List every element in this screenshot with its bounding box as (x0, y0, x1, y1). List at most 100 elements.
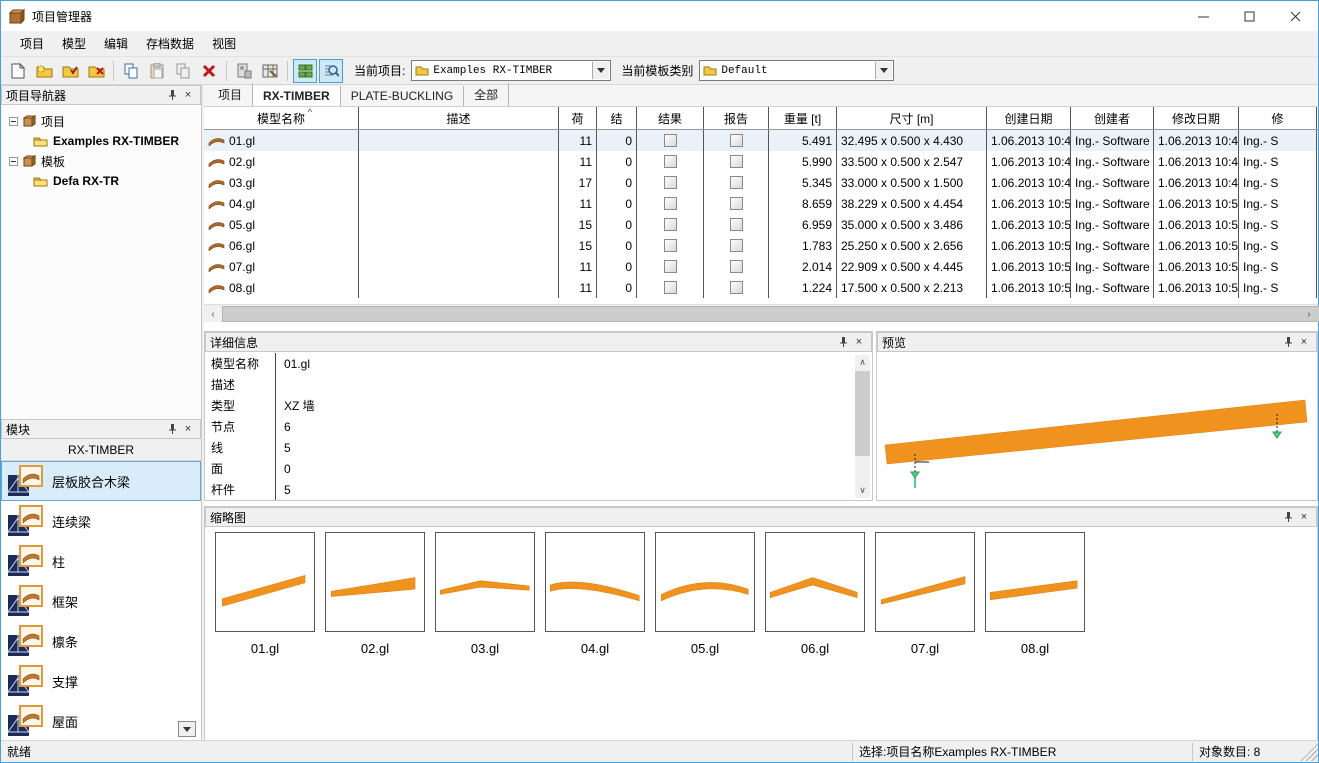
thumbnails-view-icon[interactable] (293, 59, 317, 83)
tab-RX-TIMBER[interactable]: RX-TIMBER (253, 86, 341, 106)
tab-全部[interactable]: 全部 (464, 83, 509, 106)
pin-icon[interactable] (1280, 510, 1296, 524)
tree-node-项目[interactable]: 项目 (3, 111, 199, 131)
menu-item-视图[interactable]: 视图 (203, 32, 245, 55)
results-checkbox[interactable] (664, 176, 677, 189)
table-row-04.gl[interactable]: 04.gl1108.65938.229 x 0.500 x 4.4541.06.… (204, 193, 1318, 214)
template-category-combobox[interactable]: Default (699, 60, 894, 81)
menu-item-存档数据[interactable]: 存档数据 (137, 32, 203, 55)
card-icon[interactable] (232, 59, 256, 83)
report-checkbox[interactable] (730, 176, 743, 189)
column-header-modified[interactable]: 修改日期 (1154, 107, 1239, 129)
scrollbar-thumb[interactable] (222, 306, 1319, 322)
thumbnail-image[interactable] (875, 532, 975, 632)
menu-item-模型[interactable]: 模型 (53, 32, 95, 55)
module-item-框架[interactable]: 框架 (1, 581, 201, 621)
thumbnail-05.gl[interactable]: 05.gl (650, 532, 760, 656)
table-row-02.gl[interactable]: 02.gl1105.99033.500 x 0.500 x 2.5471.06.… (204, 151, 1318, 172)
thumbnail-image[interactable] (545, 532, 645, 632)
results-checkbox[interactable] (664, 239, 677, 252)
menu-item-项目[interactable]: 项目 (11, 32, 53, 55)
close-icon[interactable]: × (1296, 510, 1312, 524)
details-view-icon[interactable] (319, 59, 343, 83)
tree-node-模板[interactable]: 模板 (3, 151, 199, 171)
modules-scroll-down-button[interactable] (178, 721, 196, 737)
results-checkbox[interactable] (664, 260, 677, 273)
module-item-柱[interactable]: 柱 (1, 541, 201, 581)
paste-icon[interactable] (145, 59, 169, 83)
close-icon[interactable]: × (180, 422, 196, 436)
thumbnail-03.gl[interactable]: 03.gl (430, 532, 540, 656)
thumbnail-image[interactable] (435, 532, 535, 632)
column-header-creator[interactable]: 创建者 (1071, 107, 1154, 129)
module-item-支撑[interactable]: 支撑 (1, 661, 201, 701)
results-checkbox[interactable] (664, 218, 677, 231)
thumbnail-image[interactable] (765, 532, 865, 632)
copy-icon[interactable] (119, 59, 143, 83)
column-header-dims[interactable]: 尺寸 [m] (837, 107, 987, 129)
close-icon[interactable]: × (180, 88, 196, 102)
thumbnail-image[interactable] (985, 532, 1085, 632)
tab-PLATE-BUCKLING[interactable]: PLATE-BUCKLING (341, 86, 464, 106)
module-item-屋面[interactable]: 屋面 (1, 701, 201, 741)
scroll-up-icon[interactable]: ∧ (855, 355, 870, 370)
thumbnail-04.gl[interactable]: 04.gl (540, 532, 650, 656)
new-page-icon[interactable] (6, 59, 30, 83)
column-header-report[interactable]: 报告 (704, 107, 769, 129)
results-checkbox[interactable] (664, 197, 677, 210)
resize-grip[interactable] (1300, 743, 1318, 761)
new-folder-icon[interactable] (32, 59, 56, 83)
copy-special-icon[interactable] (171, 59, 195, 83)
thumbnail-07.gl[interactable]: 07.gl (870, 532, 980, 656)
scroll-left-icon[interactable]: ‹ (205, 306, 221, 322)
thumbnail-image[interactable] (655, 532, 755, 632)
thumbnail-02.gl[interactable]: 02.gl (320, 532, 430, 656)
close-icon[interactable]: × (1296, 335, 1312, 349)
thumbnail-01.gl[interactable]: 01.gl (210, 532, 320, 656)
thumbnail-08.gl[interactable]: 08.gl (980, 532, 1090, 656)
tab-项目[interactable]: 项目 (208, 83, 253, 106)
tree-node-Examples RX-TIMBER[interactable]: Examples RX-TIMBER (3, 131, 199, 151)
table-row-01.gl[interactable]: 01.gl1105.49132.495 x 0.500 x 4.4301.06.… (204, 130, 1318, 151)
report-checkbox[interactable] (730, 239, 743, 252)
report-checkbox[interactable] (730, 260, 743, 273)
table-row-05.gl[interactable]: 05.gl1506.95935.000 x 0.500 x 3.4861.06.… (204, 214, 1318, 235)
module-item-层板胶合木梁[interactable]: 层板胶合木梁 (1, 461, 201, 501)
column-header-loads[interactable]: 荷 (559, 107, 597, 129)
thumbnail-image[interactable] (325, 532, 425, 632)
close-icon[interactable]: × (851, 335, 867, 349)
modules-group-header[interactable]: RX-TIMBER (1, 439, 201, 461)
pin-icon[interactable] (835, 335, 851, 349)
report-checkbox[interactable] (730, 281, 743, 294)
table-row-07.gl[interactable]: 07.gl1102.01422.909 x 0.500 x 4.4451.06.… (204, 256, 1318, 277)
report-checkbox[interactable] (730, 134, 743, 147)
pin-icon[interactable] (1280, 335, 1296, 349)
column-header-results[interactable]: 结果 (637, 107, 704, 129)
report-checkbox[interactable] (730, 197, 743, 210)
table-row-08.gl[interactable]: 08.gl1101.22417.500 x 0.500 x 2.2131.06.… (204, 277, 1318, 298)
column-header-desc[interactable]: 描述 (359, 107, 559, 129)
details-vertical-scrollbar[interactable]: ∧ ∨ (855, 355, 870, 498)
table-icon[interactable] (258, 59, 282, 83)
thumbnail-06.gl[interactable]: 06.gl (760, 532, 870, 656)
scroll-right-icon[interactable]: › (1301, 306, 1317, 322)
module-item-连续梁[interactable]: 连续梁 (1, 501, 201, 541)
scrollbar-thumb[interactable] (855, 371, 870, 456)
results-checkbox[interactable] (664, 134, 677, 147)
report-checkbox[interactable] (730, 218, 743, 231)
column-header-name[interactable]: 模型名称^ (204, 107, 359, 129)
close-button[interactable] (1272, 1, 1318, 31)
current-project-combobox[interactable]: Examples RX-TIMBER (411, 60, 611, 81)
results-checkbox[interactable] (664, 281, 677, 294)
scroll-down-icon[interactable]: ∨ (855, 483, 870, 498)
maximize-button[interactable] (1226, 1, 1272, 31)
delete-icon[interactable] (197, 59, 221, 83)
combo-dropdown-button[interactable] (592, 62, 609, 79)
results-checkbox[interactable] (664, 155, 677, 168)
folder-check-icon[interactable] (58, 59, 82, 83)
menu-item-编辑[interactable]: 编辑 (95, 32, 137, 55)
pin-icon[interactable] (164, 422, 180, 436)
module-item-檩条[interactable]: 檩条 (1, 621, 201, 661)
pin-icon[interactable] (164, 88, 180, 102)
combo-dropdown-button[interactable] (875, 62, 892, 79)
